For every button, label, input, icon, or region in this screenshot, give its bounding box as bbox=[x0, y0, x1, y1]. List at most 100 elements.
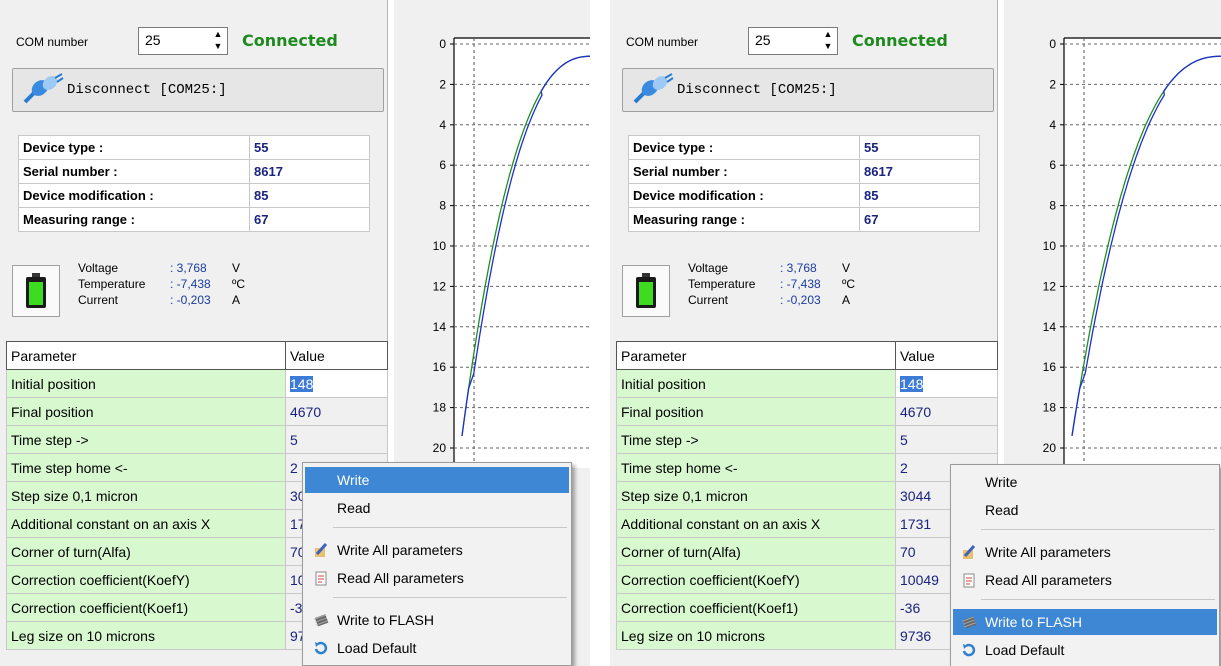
y-tick-label: 12 bbox=[433, 279, 447, 293]
y-tick-label: 20 bbox=[433, 441, 447, 455]
table-row[interactable]: Final position 4670 bbox=[616, 397, 998, 426]
menu-label: Read All parameters bbox=[985, 572, 1112, 588]
param-value[interactable]: 4670 bbox=[895, 397, 998, 426]
device-info-label: Device modification : bbox=[18, 183, 250, 208]
y-tick-label: 0 bbox=[439, 37, 446, 51]
measurements: Voltage: 3,768 V Temperature: -7,438 ºC Cu… bbox=[78, 260, 252, 308]
y-tick-label: 10 bbox=[1043, 239, 1057, 253]
param-name[interactable]: Step size 0,1 micron bbox=[6, 481, 286, 510]
menu-item-write-flash[interactable]: Write to FLASH bbox=[305, 607, 569, 633]
param-name[interactable]: Time step -> bbox=[6, 425, 286, 454]
write-all-icon bbox=[315, 542, 328, 557]
table-row[interactable]: Leg size on 10 microns 9736 bbox=[616, 621, 998, 650]
device-info-row: Device type :55 bbox=[18, 135, 370, 160]
table-row[interactable]: Time step -> 5 bbox=[6, 425, 388, 454]
param-name[interactable]: Additional constant on an axis X bbox=[6, 509, 286, 538]
menu-item-read-all[interactable]: Read All parameters bbox=[953, 567, 1217, 593]
param-value[interactable]: 5 bbox=[895, 425, 998, 454]
measurement-row: Voltage: 3,768 V bbox=[78, 260, 252, 276]
menu-item-load-default[interactable]: Load Default bbox=[305, 635, 569, 661]
table-row[interactable]: Initial position 148 bbox=[6, 369, 388, 398]
param-name[interactable]: Leg size on 10 microns bbox=[616, 621, 896, 650]
menu-label: Write bbox=[337, 472, 370, 488]
y-tick-label: 6 bbox=[1049, 158, 1056, 172]
y-tick-label: 2 bbox=[439, 77, 446, 91]
device-info-row: Device modification :85 bbox=[628, 183, 980, 208]
com-number-spinner[interactable]: 25 ▲ ▼ bbox=[138, 27, 228, 55]
measurement-value: : 3,768 bbox=[780, 261, 817, 275]
table-row[interactable]: Corner of turn(Alfa) 70 bbox=[616, 537, 998, 566]
com-number-value: 25 bbox=[755, 32, 771, 48]
measurement-unit: ºC bbox=[232, 277, 246, 291]
menu-item-load-default[interactable]: Load Default bbox=[953, 637, 1217, 663]
param-value[interactable]: 4670 bbox=[285, 397, 388, 426]
param-name[interactable]: Additional constant on an axis X bbox=[616, 509, 896, 538]
param-value-text: 5 bbox=[290, 431, 298, 448]
left-panel: COM number 25 ▲ ▼ Connected Disconnect [C… bbox=[0, 0, 590, 666]
param-name[interactable]: Time step -> bbox=[616, 425, 896, 454]
table-row[interactable]: Step size 0,1 micron 3044 bbox=[616, 481, 998, 510]
table-row[interactable]: Initial position 148 bbox=[616, 369, 998, 398]
param-name[interactable]: Final position bbox=[616, 397, 896, 426]
param-value[interactable]: 148 bbox=[285, 369, 388, 398]
measurement-unit: V bbox=[842, 261, 851, 275]
table-row[interactable]: Time step home <- 2 bbox=[616, 453, 998, 482]
param-name[interactable]: Initial position bbox=[616, 369, 896, 398]
menu-item-write-all[interactable]: Write All parameters bbox=[953, 539, 1217, 565]
device-info-row: Measuring range :67 bbox=[628, 207, 980, 232]
device-info-row: Serial number :8617 bbox=[628, 159, 980, 184]
table-row[interactable]: Correction coefficient(Koef1) -36 bbox=[616, 593, 998, 622]
menu-item-write[interactable]: Write bbox=[305, 467, 569, 493]
measurement-row: Temperature: -7,438 ºC bbox=[78, 276, 252, 292]
param-name[interactable]: Corner of turn(Alfa) bbox=[6, 537, 286, 566]
param-name[interactable]: Time step home <- bbox=[6, 453, 286, 482]
y-tick-label: 4 bbox=[439, 118, 446, 132]
measurement-unit: V bbox=[232, 261, 241, 275]
param-value-text: 70 bbox=[900, 543, 916, 560]
param-name[interactable]: Correction coefficient(KoefY) bbox=[6, 565, 286, 594]
measurement-label: Temperature bbox=[78, 277, 146, 291]
param-value[interactable]: 5 bbox=[285, 425, 388, 454]
param-name[interactable]: Initial position bbox=[6, 369, 286, 398]
menu-item-write-flash[interactable]: Write to FLASH bbox=[953, 609, 1217, 635]
disconnect-label: Disconnect [COM25:] bbox=[677, 82, 837, 98]
param-name[interactable]: Step size 0,1 micron bbox=[616, 481, 896, 510]
chip-icon bbox=[314, 614, 329, 627]
y-tick-label: 14 bbox=[433, 320, 447, 334]
menu-label: Load Default bbox=[985, 642, 1065, 658]
param-value-text: 148 bbox=[290, 375, 314, 392]
param-value-text: 3044 bbox=[900, 487, 932, 504]
param-value-text: 1731 bbox=[900, 515, 932, 532]
battery-icon bbox=[622, 265, 670, 317]
param-name[interactable]: Leg size on 10 microns bbox=[6, 621, 286, 650]
device-info-value: 85 bbox=[249, 183, 370, 208]
spin-arrows-icon[interactable]: ▲ ▼ bbox=[819, 28, 837, 54]
menu-item-write-all[interactable]: Write All parameters bbox=[305, 537, 569, 563]
menu-label: Write to FLASH bbox=[985, 614, 1082, 630]
param-name[interactable]: Correction coefficient(KoefY) bbox=[616, 565, 896, 594]
control-sidebar: COM number 25 ▲ ▼ Connected Disconnect [C… bbox=[610, 0, 998, 666]
param-name[interactable]: Time step home <- bbox=[616, 453, 896, 482]
param-name[interactable]: Final position bbox=[6, 397, 286, 426]
measurement-value: : 3,768 bbox=[170, 261, 207, 275]
spin-arrows-icon[interactable]: ▲ ▼ bbox=[209, 28, 227, 54]
table-row[interactable]: Final position 4670 bbox=[6, 397, 388, 426]
param-name[interactable]: Corner of turn(Alfa) bbox=[616, 537, 896, 566]
y-tick-label: 8 bbox=[1049, 199, 1056, 213]
param-name[interactable]: Correction coefficient(Koef1) bbox=[616, 593, 896, 622]
measurement-value: : -0,203 bbox=[780, 293, 821, 307]
menu-item-read-all[interactable]: Read All parameters bbox=[305, 565, 569, 591]
param-name[interactable]: Correction coefficient(Koef1) bbox=[6, 593, 286, 622]
measurement-label: Voltage bbox=[688, 261, 729, 275]
table-row[interactable]: Correction coefficient(KoefY) 10049 bbox=[616, 565, 998, 594]
com-number-spinner[interactable]: 25 ▲ ▼ bbox=[748, 27, 838, 55]
menu-item-read[interactable]: Read bbox=[953, 497, 1217, 523]
menu-item-write[interactable]: Write bbox=[953, 469, 1217, 495]
menu-item-read[interactable]: Read bbox=[305, 495, 569, 521]
y-tick-label: 10 bbox=[433, 239, 447, 253]
table-row[interactable]: Time step -> 5 bbox=[616, 425, 998, 454]
param-value[interactable]: 148 bbox=[895, 369, 998, 398]
table-row[interactable]: Additional constant on an axis X 1731 bbox=[616, 509, 998, 538]
disconnect-button[interactable]: Disconnect [COM25:] bbox=[12, 68, 384, 112]
disconnect-button[interactable]: Disconnect [COM25:] bbox=[622, 68, 994, 112]
